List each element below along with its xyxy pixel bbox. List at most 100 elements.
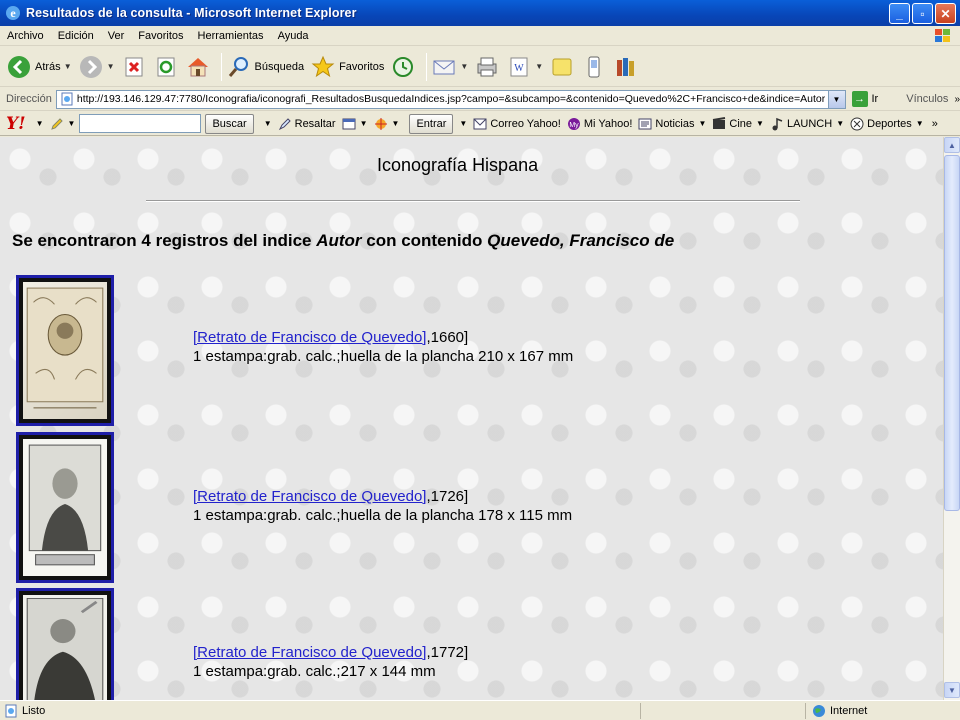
portrait-engraving-icon: [28, 444, 102, 566]
refresh-button[interactable]: [153, 54, 179, 80]
news-link[interactable]: Noticias ▼: [638, 117, 706, 131]
chevron-down-icon[interactable]: ▼: [107, 62, 115, 71]
chevron-down-icon[interactable]: ▼: [68, 119, 76, 128]
search-button[interactable]: Búsqueda: [226, 54, 304, 80]
address-bar: Dirección http://193.146.129.47:7780/Ico…: [0, 88, 960, 111]
chevron-down-icon[interactable]: ▼: [756, 119, 764, 128]
favorites-button[interactable]: Favoritos: [310, 54, 384, 80]
scroll-down-icon[interactable]: ▼: [944, 682, 960, 698]
record-thumbnail[interactable]: [16, 432, 114, 583]
windows-logo-icon: [935, 29, 950, 42]
yahoo-mail-link[interactable]: Correo Yahoo!: [473, 118, 561, 130]
window-icon: [342, 118, 356, 129]
chevron-down-icon[interactable]: ▼: [535, 62, 543, 71]
record-year: ,1660]: [426, 329, 469, 346]
go-arrow-icon: →: [851, 91, 868, 107]
vertical-scrollbar[interactable]: ▲ ▼: [943, 137, 960, 700]
yahoo-search-input[interactable]: [79, 114, 202, 133]
enter-options[interactable]: ▼: [455, 119, 467, 128]
search-options[interactable]: ▼: [260, 119, 272, 128]
record-thumbnail[interactable]: [16, 588, 114, 700]
engraving-image: [23, 595, 107, 700]
layout-menu[interactable]: ▼: [342, 117, 368, 131]
menu-herramientas[interactable]: Herramientas: [191, 30, 271, 42]
chevron-down-icon[interactable]: ▼: [827, 90, 845, 108]
my-yahoo-link[interactable]: My Mi Yahoo!: [567, 117, 633, 131]
note-icon: [552, 58, 572, 75]
scrollbar-thumb[interactable]: [944, 155, 960, 511]
back-button[interactable]: Atrás ▼: [6, 54, 72, 80]
launch-link[interactable]: LAUNCH ▼: [770, 117, 844, 131]
menu-archivo[interactable]: Archivo: [0, 30, 51, 42]
word-document-icon: W: [510, 57, 528, 76]
pencil-menu[interactable]: ▼: [50, 117, 76, 131]
my-yahoo-icon: My: [567, 117, 580, 130]
chevron-down-icon[interactable]: ▼: [836, 119, 844, 128]
menu-edicion[interactable]: Edición: [51, 30, 101, 42]
news-label: Noticias: [655, 117, 695, 130]
stop-button[interactable]: [121, 54, 147, 80]
newspaper-icon: [638, 118, 652, 129]
yahoo-menu[interactable]: ▼: [32, 119, 44, 128]
scroll-up-icon[interactable]: ▲: [944, 137, 960, 153]
record-thumbnail[interactable]: [16, 275, 114, 426]
print-button[interactable]: [474, 54, 500, 80]
highlight-button[interactable]: Resaltar: [278, 117, 336, 131]
forward-button[interactable]: ▼: [78, 54, 115, 80]
chevron-down-icon[interactable]: ▼: [360, 119, 368, 128]
engraving-image: [23, 439, 107, 576]
research-button[interactable]: [613, 54, 639, 80]
page-title: Iconografía Hispana: [377, 155, 539, 175]
yahoo-logo[interactable]: Y!: [6, 114, 26, 134]
chevron-down-icon[interactable]: ▼: [64, 62, 72, 71]
window-title: Resultados de la consulta - Microsoft In…: [26, 6, 357, 20]
record-link[interactable]: [Retrato de Francisco de Quevedo]: [193, 644, 426, 661]
menu-ayuda[interactable]: Ayuda: [271, 30, 316, 42]
history-button[interactable]: [390, 54, 416, 80]
messenger-button[interactable]: [581, 54, 607, 80]
cinema-link[interactable]: Cine ▼: [712, 116, 764, 131]
minimize-button[interactable]: _: [889, 3, 910, 24]
status-text: Listo: [22, 704, 46, 717]
home-icon: [187, 57, 208, 76]
portrait-engraving-icon: [26, 598, 104, 700]
highlighter-icon: [278, 117, 291, 130]
record-link[interactable]: [Retrato de Francisco de Quevedo]: [193, 488, 426, 505]
maximize-button[interactable]: ▫: [912, 3, 933, 24]
enter-button[interactable]: Entrar: [409, 113, 454, 134]
stop-icon: [125, 57, 143, 76]
chevron-down-icon[interactable]: ▼: [916, 119, 924, 128]
chevron-down-icon[interactable]: ▼: [460, 62, 468, 71]
yahoo-search-button[interactable]: Buscar: [205, 113, 254, 134]
menu-favoritos[interactable]: Favoritos: [131, 30, 190, 42]
search-icon: [228, 56, 248, 77]
chevron-down-icon[interactable]: ▼: [459, 119, 467, 128]
chevron-down-icon[interactable]: ▼: [36, 119, 44, 128]
sports-link[interactable]: Deportes ▼: [850, 117, 924, 131]
compass-menu[interactable]: ▼: [374, 117, 400, 131]
more-chevron-icon[interactable]: »: [932, 118, 938, 130]
edit-button[interactable]: W ▼: [506, 54, 543, 80]
security-zone[interactable]: Internet: [805, 703, 867, 719]
chevron-right-icon[interactable]: »: [954, 94, 960, 105]
home-button[interactable]: [185, 54, 211, 80]
chevron-down-icon[interactable]: ▼: [392, 119, 400, 128]
discuss-button[interactable]: [549, 54, 575, 80]
record-description: 1 estampa:grab. calc.;huella de la planc…: [193, 507, 573, 524]
go-button[interactable]: → Ir: [851, 91, 883, 107]
mail-button[interactable]: ▼: [431, 54, 468, 80]
chevron-down-icon[interactable]: ▼: [699, 119, 707, 128]
links-label[interactable]: Vínculos: [906, 93, 948, 105]
address-input[interactable]: http://193.146.129.47:7780/Iconografia/i…: [55, 89, 846, 109]
my-yahoo-label: Mi Yahoo!: [583, 117, 633, 130]
record-description: 1 estampa:grab. calc.;huella de la planc…: [193, 348, 574, 365]
yahoo-toolbar: Y! ▼ ▼ Buscar ▼ Resaltar ▼ ▼ Entrar ▼ Co…: [0, 112, 960, 136]
menu-ver[interactable]: Ver: [101, 30, 132, 42]
forward-arrow-icon: [79, 55, 102, 78]
history-icon: [393, 56, 414, 77]
chevron-down-icon[interactable]: ▼: [264, 119, 272, 128]
highlight-label: Resaltar: [294, 117, 336, 130]
close-button[interactable]: ✕: [935, 3, 956, 24]
sports-label: Deportes: [867, 117, 912, 130]
record-link[interactable]: [Retrato de Francisco de Quevedo]: [193, 329, 426, 346]
